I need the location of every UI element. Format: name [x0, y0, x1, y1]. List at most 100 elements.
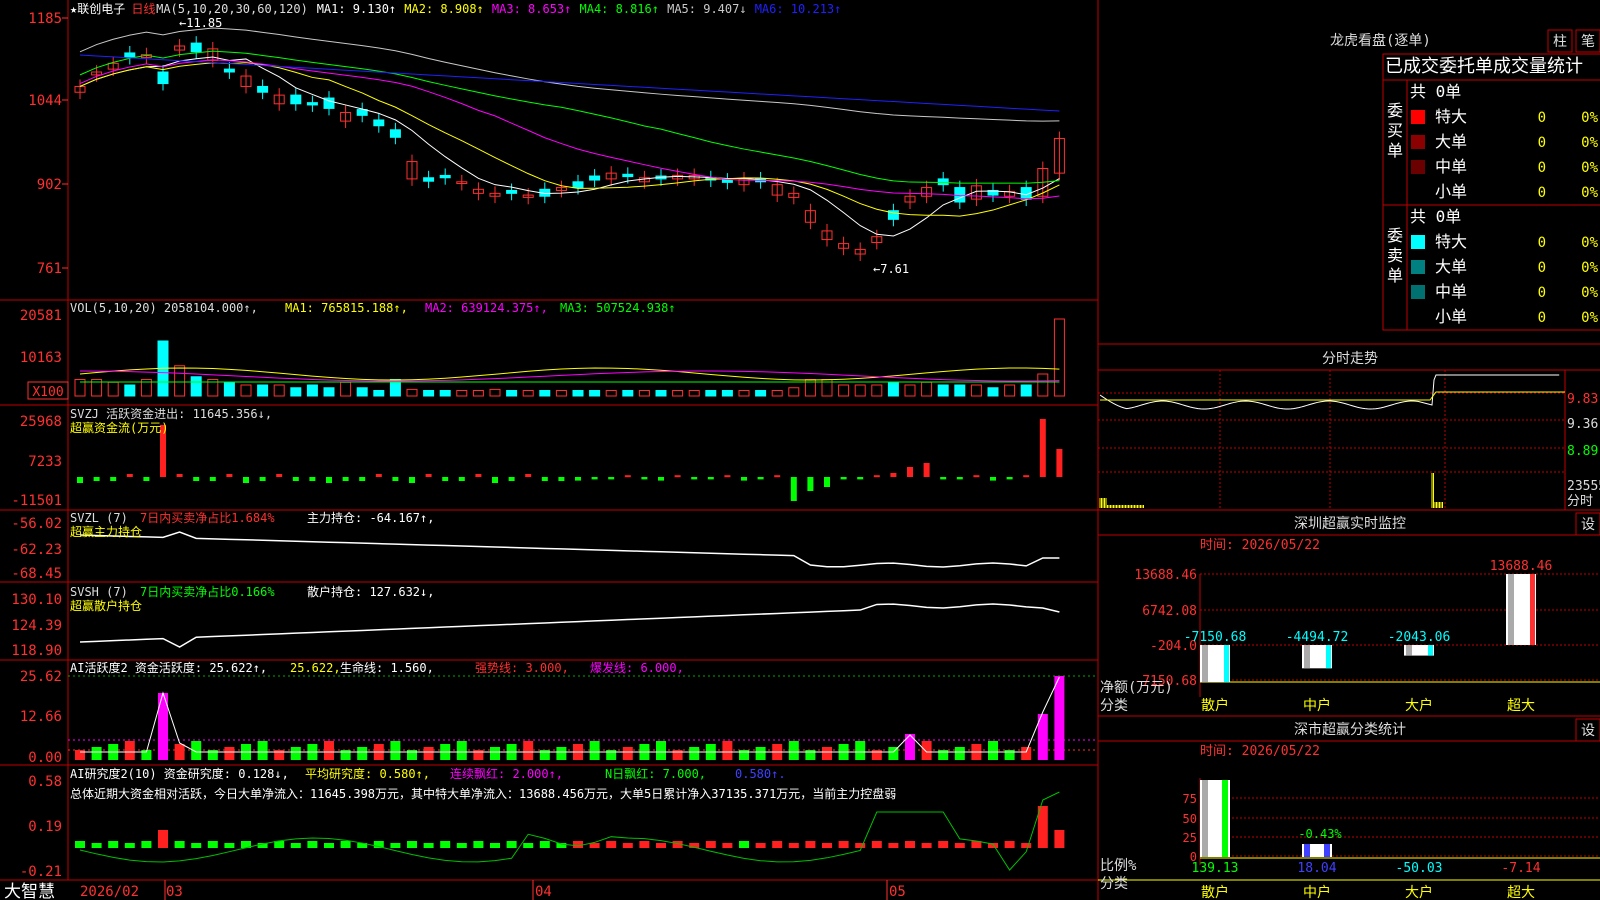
volume-bar: [257, 384, 269, 397]
svsh-line: [79, 603, 1060, 648]
svsh-axis-label: 130.10: [11, 592, 62, 608]
ai-research-bar: [822, 843, 832, 848]
buy-row-name: 小单: [1435, 182, 1467, 201]
buy-color-swatch: [1411, 160, 1425, 174]
candle-body: [423, 177, 435, 182]
intraday-axis-label: 23555: [1567, 479, 1600, 494]
ai-active-bar: [257, 741, 268, 760]
stock-chart-canvas[interactable]: 1185 1044 902 761 ←11.85 ←7.61 ★联创电子 日线 MA(5,10,…: [0, 0, 1600, 900]
ma-value: MA2: 8.908↑: [404, 2, 483, 16]
app-name: 大智慧: [4, 882, 55, 900]
ai-active-bar: [357, 747, 368, 760]
svzj-bar: [790, 477, 797, 501]
ai-research-bar: [888, 843, 899, 848]
ai-research-bar: [91, 843, 102, 848]
vol-ma2-text: MA2: 639124.375↑,: [425, 301, 548, 315]
volume-bar: [555, 390, 567, 397]
intraday-axis-label: 9.36: [1567, 417, 1598, 432]
volume-bar: [921, 381, 933, 397]
ai-research-bar: [191, 843, 202, 848]
ai-research-bar: [340, 841, 351, 848]
volume-bar: [323, 387, 335, 397]
volume-bar: [871, 384, 883, 397]
ai-research-bar: [838, 841, 849, 848]
volume-bar: [439, 390, 451, 397]
sell-row-pct: 0%: [1581, 285, 1598, 301]
sz-monitor-bar-edge: [1326, 645, 1331, 669]
svzj-bar: [840, 477, 847, 480]
ai-active-bar: [490, 747, 500, 760]
svzj-bar: [126, 474, 133, 477]
volume-bar: [522, 390, 534, 397]
svzj-bar: [641, 477, 648, 480]
candle-body: [937, 178, 949, 186]
svzj-bar: [973, 475, 980, 478]
svzj-axis-label: 25968: [20, 414, 62, 430]
ai-research-bar: [905, 841, 915, 848]
sz-monitor-bar-shade: [1304, 645, 1310, 669]
ai-active-bar: [224, 747, 235, 760]
ai-research-bar: [772, 841, 783, 848]
svzj-bar: [93, 477, 100, 481]
ai-research-summary: 总体近期大资金相对活跃，今日大单净流入：11645.398万元，其中特大单净流入…: [70, 786, 896, 801]
ai-active-axis-label: 12.66: [20, 709, 62, 725]
ai-research-bar: [440, 841, 451, 848]
sz-stats-bar-1: [1302, 844, 1332, 857]
sz-monitor-bar-edge: [1530, 574, 1535, 645]
volume-bar: [755, 390, 767, 397]
svzj-bar: [176, 474, 183, 477]
ai-active-bar: [822, 747, 832, 760]
ai-research-bar: [307, 841, 318, 848]
volume-bar: [107, 381, 119, 397]
sell-color-swatch: [1411, 235, 1425, 249]
volume-bars: [74, 318, 1065, 397]
buy-row-count: 0: [1538, 110, 1546, 126]
svzj-bar: [857, 477, 864, 480]
sell-row-pct: 0%: [1581, 310, 1598, 326]
volume-bar: [572, 390, 584, 397]
svzj-bar: [658, 477, 664, 481]
stock-title: ★联创电子: [70, 2, 125, 16]
sell-total: 共 0单: [1410, 207, 1461, 226]
candle-body: [190, 42, 202, 53]
sz-monitor-bar-label: 13688.46: [1490, 559, 1553, 574]
volume-bar: [638, 390, 650, 397]
ma-value: MA5: 9.407↓: [667, 2, 746, 16]
ai-research-bar: [871, 841, 882, 848]
svzj-bar: [575, 477, 581, 481]
volume-bar: [589, 390, 601, 397]
ai-active-bar: [324, 741, 334, 760]
sell-row-count: 0: [1538, 260, 1546, 276]
buy-row-count: 0: [1538, 135, 1546, 151]
volume-bar: [605, 390, 617, 397]
ai-research-bar: [390, 843, 401, 848]
svzj-bar: [741, 477, 747, 481]
buy-label: 买: [1387, 121, 1403, 140]
svzj-bar: [923, 463, 930, 477]
ai-active-v1b: 25.622,: [290, 661, 341, 675]
ai-research-bar: [855, 843, 866, 848]
svzj-bar: [1006, 477, 1013, 480]
vol-ma3-text: MA3: 507524.938↑: [560, 301, 676, 315]
buy-row-count: 0: [1538, 185, 1546, 201]
svzl-label: 7日内买卖净占比1.684%: [140, 510, 275, 525]
svsh-axis-label: 118.90: [11, 643, 62, 659]
sz-monitor-category: 散户: [1201, 697, 1229, 714]
volume-bar: [124, 384, 136, 397]
sz-stats-value: -50.03: [1396, 861, 1443, 876]
ai-active-bar: [722, 741, 733, 760]
vol-axis-label: 10163: [20, 350, 62, 366]
sz-monitor-bar-3: [1506, 574, 1536, 645]
svzj-bar: [1023, 475, 1030, 478]
ma-value: MA3: 8.653↑: [492, 2, 571, 16]
svzj-bar: [193, 477, 200, 481]
sz-stats-value: 139.13: [1192, 861, 1239, 876]
svzj-bar: [724, 475, 731, 478]
sz-stats-ylabel: 比例%: [1100, 858, 1137, 874]
volume-bar: [190, 376, 202, 397]
candle-body: [439, 174, 451, 179]
ai-research-bar: [606, 841, 617, 848]
ai-active-bar: [855, 741, 866, 760]
buy-row-name: 中单: [1435, 157, 1467, 176]
svsh-axis-label: 124.39: [11, 618, 62, 634]
